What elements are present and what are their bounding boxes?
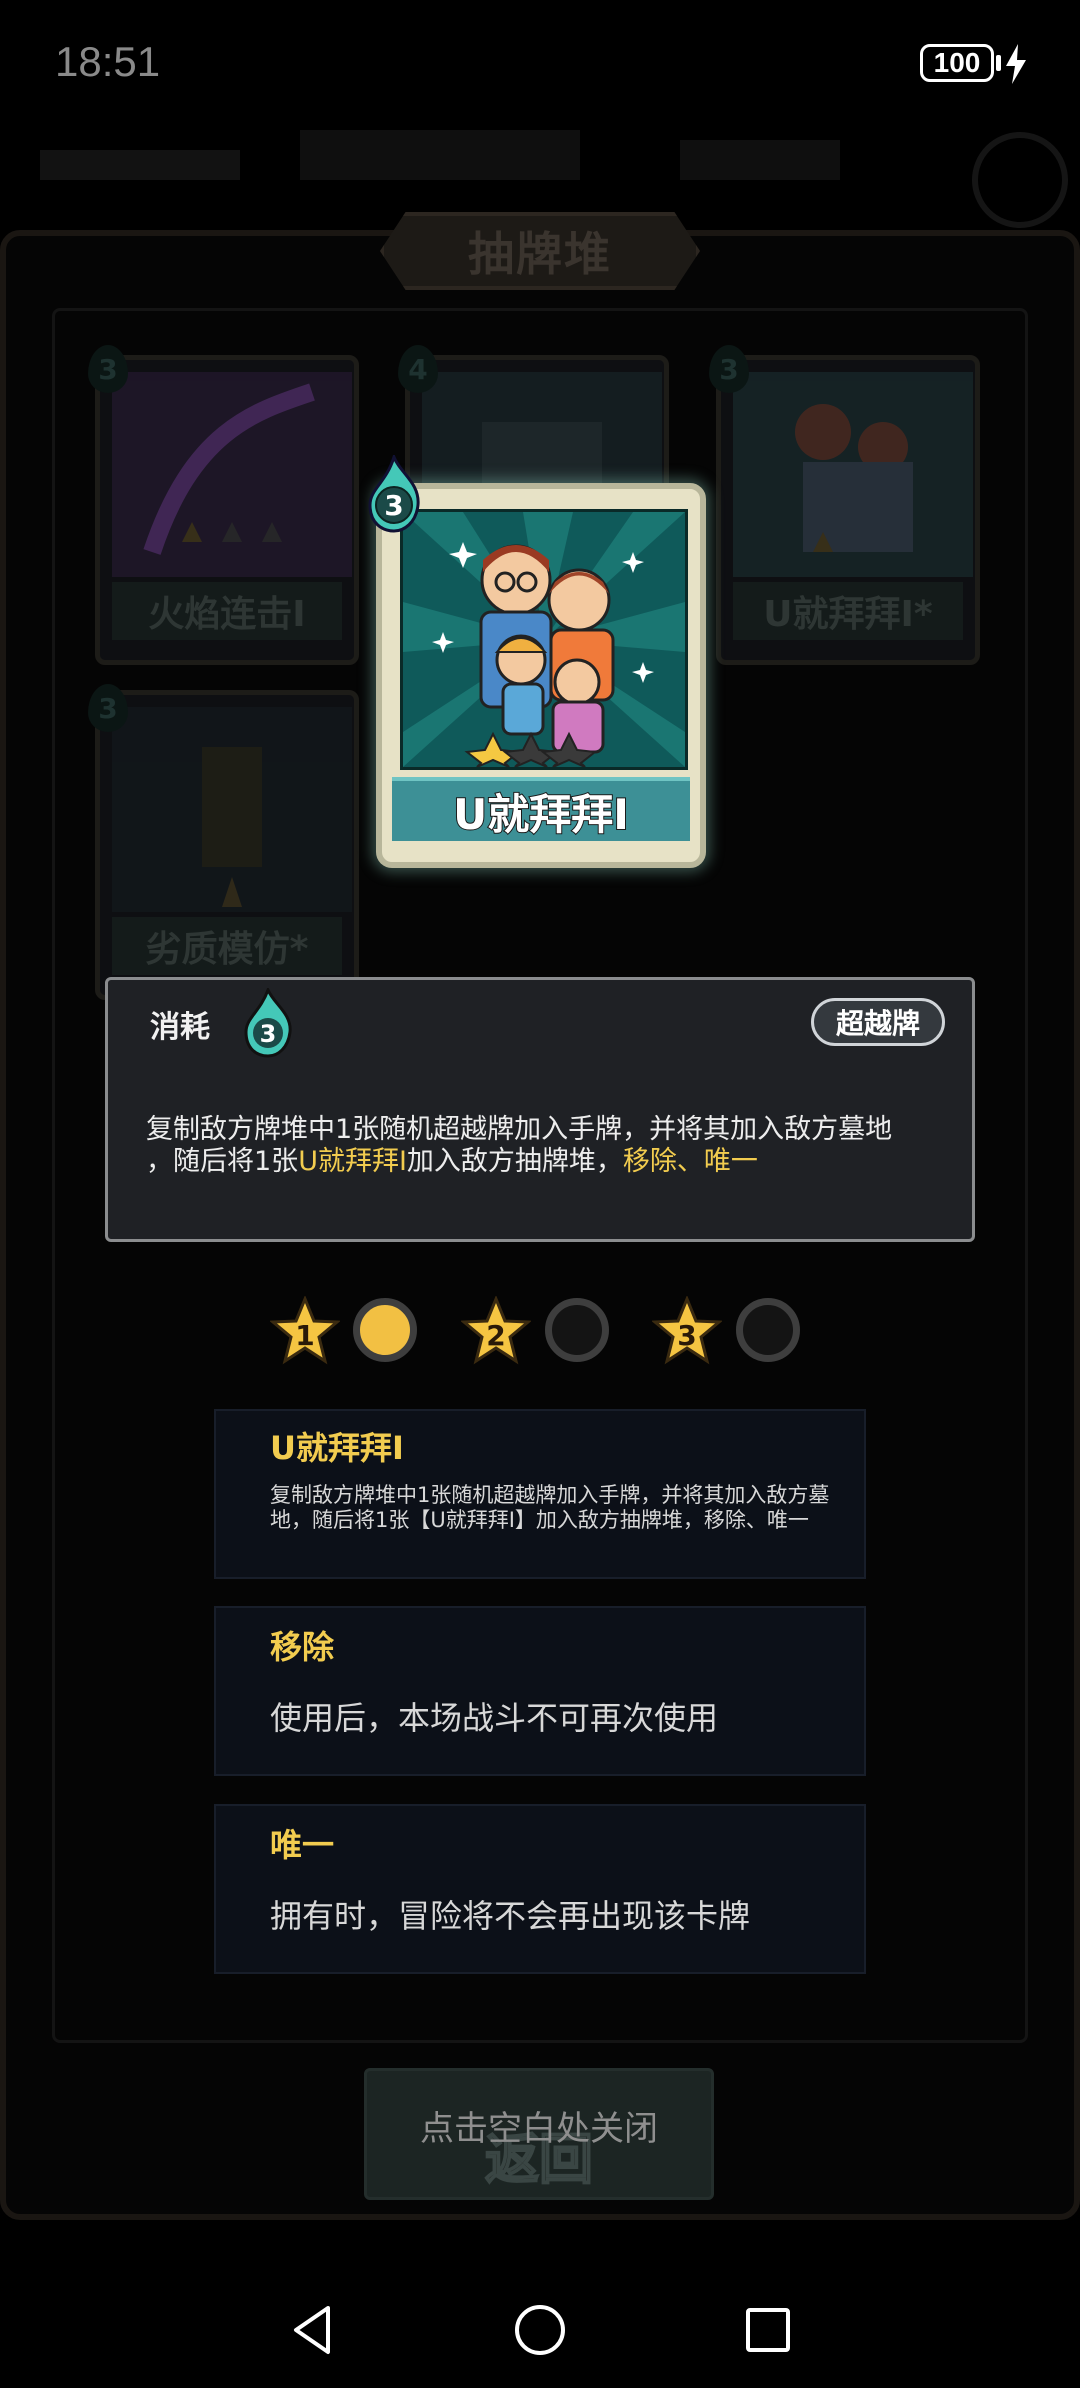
- selected-card-name-plate: U就拜拜I: [392, 777, 690, 841]
- cost-flame-icon: 3: [368, 455, 420, 533]
- star-level-3-icon[interactable]: 3: [652, 1296, 722, 1366]
- battery-icon: 100: [920, 44, 994, 82]
- draw-pile-title-banner: 抽牌堆: [380, 212, 700, 290]
- keyword-title: 唯一: [270, 1826, 335, 1864]
- return-button[interactable]: 返回 点击空白处关闭: [364, 2068, 714, 2200]
- level-1-indicator: [353, 1298, 417, 1362]
- keyword-body: 使用后，本场战斗不可再次使用: [270, 1699, 719, 1737]
- pile-card[interactable]: U就拜拜I*: [716, 355, 980, 665]
- cost-value: 3: [260, 1020, 277, 1048]
- status-time: 18:51: [55, 38, 161, 85]
- draw-pile-title: 抽牌堆: [468, 227, 612, 281]
- desc-part: 加入敌方抽牌堆，: [406, 1146, 623, 1177]
- selected-card-cost: 3: [384, 489, 403, 522]
- selected-card-art: [400, 509, 688, 770]
- keyword-body: 拥有时，冒险将不会再出现该卡牌: [270, 1897, 751, 1935]
- star-level-number: 1: [295, 1319, 314, 1352]
- desc-part: 、: [676, 1146, 704, 1177]
- keyword-body: 复制敌方牌堆中1张随机超越牌加入手牌，并将其加入敌方墓地，随后将1张【U就拜拜I…: [270, 1483, 830, 1532]
- battery-level: 100: [933, 47, 981, 78]
- keyword-card-box: U就拜拜I 复制敌方牌堆中1张随机超越牌加入手牌，并将其加入敌方墓地，随后将1张…: [214, 1409, 866, 1579]
- card-name: 火焰连击I: [112, 582, 342, 640]
- pile-card[interactable]: 火焰连击I: [95, 355, 359, 665]
- home-nav-icon[interactable]: [510, 2300, 570, 2360]
- family-illustration: [403, 512, 685, 767]
- card-art: [112, 372, 352, 577]
- keyword-title: 移除: [270, 1628, 335, 1666]
- level-2-indicator: [545, 1298, 609, 1362]
- battery-tip: [996, 55, 1001, 71]
- card-art: [112, 707, 352, 912]
- close-hint: 点击空白处关闭: [420, 2109, 658, 2149]
- keyword-unique-box: 唯一 拥有时，冒险将不会再出现该卡牌: [214, 1804, 866, 1974]
- card-description: 复制敌方牌堆中1张随机超越牌加入手牌，并将其加入敌方墓地 ，随后将1张U就拜拜I加…: [146, 1114, 946, 1178]
- card-name: U就拜拜I*: [733, 582, 963, 640]
- keyword-remove-box: 移除 使用后，本场战斗不可再次使用: [214, 1606, 866, 1776]
- selected-card-name: U就拜拜I: [452, 789, 630, 840]
- card-type: 超越牌: [835, 1007, 920, 1040]
- desc-part: 复制敌方牌堆中1张随机超越牌加入手牌，并将其加入敌方墓地: [146, 1114, 893, 1145]
- charging-icon: [1006, 44, 1026, 84]
- keyword-title: U就拜拜I: [270, 1429, 404, 1467]
- desc-part: ，随后将1张: [146, 1146, 299, 1177]
- card-art: [733, 372, 973, 577]
- card-description-box: 消耗 3 超越牌 复制敌方牌堆中1张随机超越牌加入手牌，并将其加入敌方墓地 ，随后…: [105, 977, 975, 1242]
- level-3-indicator: [736, 1298, 800, 1362]
- selected-card[interactable]: U就拜拜I: [376, 483, 706, 868]
- desc-link-unique[interactable]: 唯一: [704, 1146, 758, 1177]
- card-type-badge: 超越牌: [811, 998, 945, 1046]
- cost-label: 消耗: [150, 1010, 210, 1045]
- back-nav-icon[interactable]: [282, 2300, 342, 2360]
- star-level-number: 2: [486, 1319, 505, 1352]
- pile-card[interactable]: 劣质模仿*: [95, 690, 359, 1000]
- star-level-number: 3: [677, 1319, 696, 1352]
- star-level-1-icon[interactable]: 1: [270, 1296, 340, 1366]
- desc-link-card[interactable]: U就拜拜I: [298, 1146, 407, 1177]
- desc-link-remove[interactable]: 移除: [623, 1146, 677, 1177]
- recents-nav-icon[interactable]: [738, 2300, 798, 2360]
- star-level-2-icon[interactable]: 2: [461, 1296, 531, 1366]
- card-name: 劣质模仿*: [112, 917, 342, 975]
- cost-flame-icon: 3: [244, 988, 292, 1058]
